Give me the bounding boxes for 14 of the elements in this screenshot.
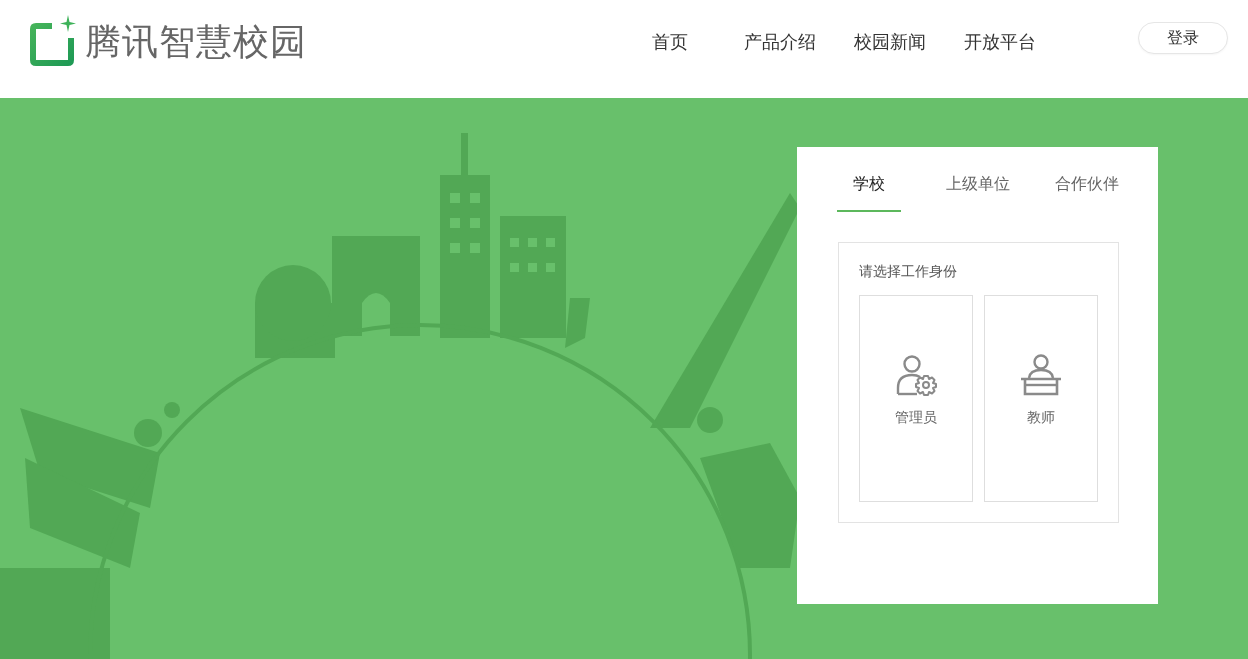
panel-tab[interactable]: 合作伙伴 xyxy=(1055,173,1119,212)
login-button[interactable]: 登录 xyxy=(1138,22,1228,54)
nav-link[interactable]: 开放平台 xyxy=(945,30,1055,54)
role-prompt: 请选择工作身份 xyxy=(859,262,958,280)
nav-link[interactable]: 首页 xyxy=(615,30,725,54)
nav-link[interactable]: 校园新闻 xyxy=(835,30,945,54)
teacher-at-desk-icon xyxy=(1020,354,1062,396)
role-option[interactable]: 管理员 xyxy=(859,295,973,502)
panel-tab[interactable]: 上级单位 xyxy=(946,173,1010,212)
role-option[interactable]: 教师 xyxy=(984,295,1098,502)
panel-tab[interactable]: 学校 xyxy=(837,173,901,212)
user-gear-icon xyxy=(895,354,937,396)
brand-name: 腾讯智慧校园 xyxy=(85,20,307,64)
nav-link[interactable]: 产品介绍 xyxy=(725,30,835,54)
